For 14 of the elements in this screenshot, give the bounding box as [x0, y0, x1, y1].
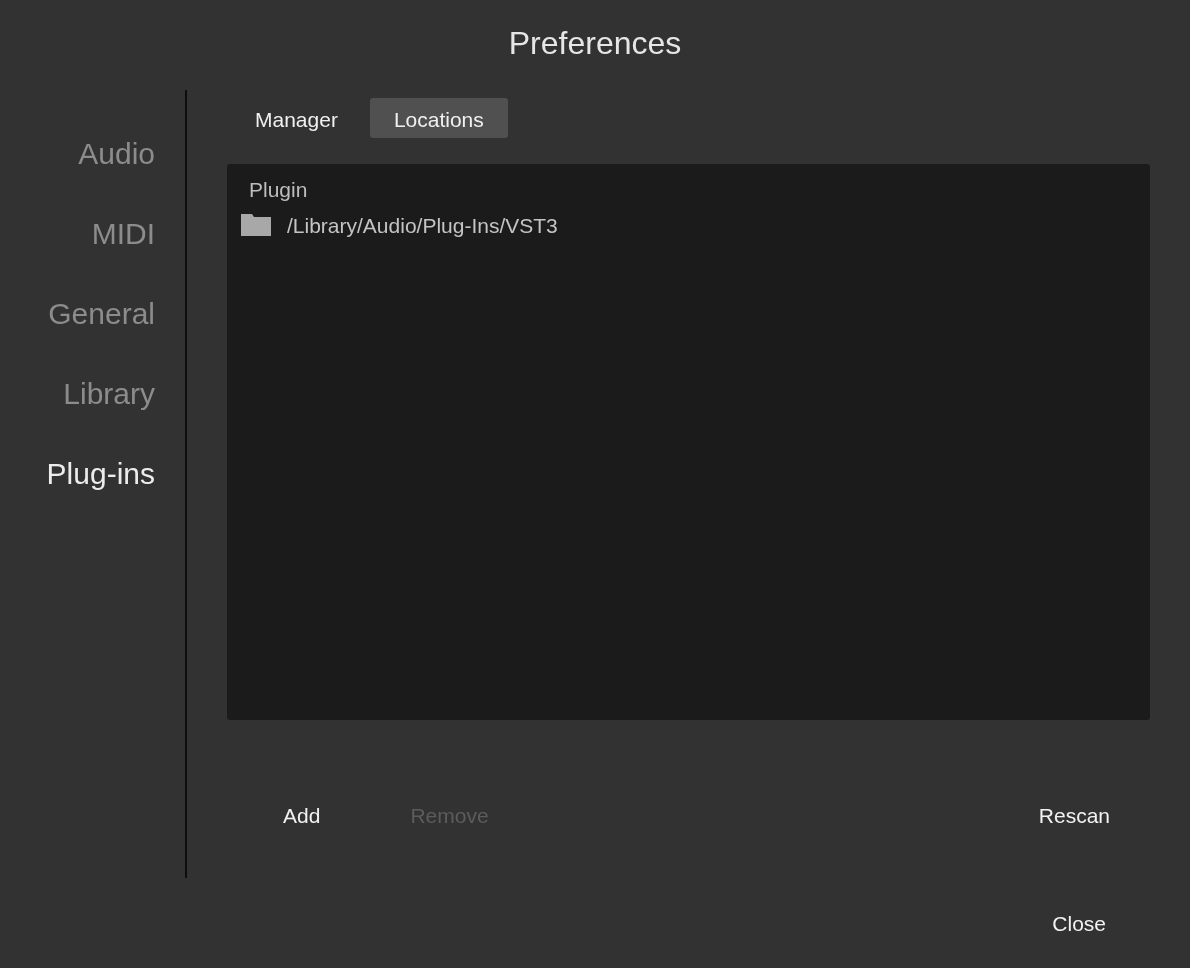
column-header: Plugin: [248, 177, 309, 203]
tab[interactable]: Locations: [369, 98, 508, 138]
tab[interactable]: Manager: [231, 98, 362, 138]
sidebar-item[interactable]: Plug-ins: [0, 434, 155, 514]
folder-icon: [241, 214, 271, 237]
sidebar-item[interactable]: Library: [0, 354, 155, 434]
action-button[interactable]: Add: [283, 794, 321, 838]
sidebar-item[interactable]: MIDI: [0, 194, 155, 274]
action-button[interactable]: Rescan: [1038, 794, 1110, 838]
location-row[interactable]: /Library/Audio/Plug-Ins/VST3: [241, 205, 1136, 245]
sidebar-item[interactable]: Audio: [0, 114, 155, 194]
close-button[interactable]: Close: [1052, 902, 1106, 946]
window-title: Preferences: [507, 24, 683, 63]
sidebar-item[interactable]: General: [0, 274, 155, 354]
